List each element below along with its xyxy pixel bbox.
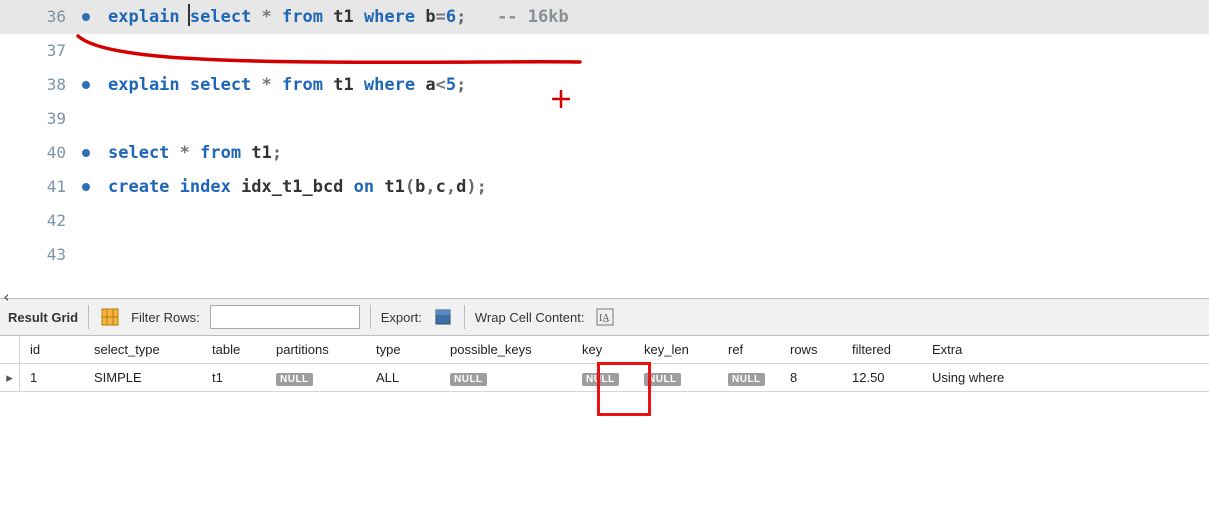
code-line[interactable]: 40select * from t1;	[0, 136, 1209, 170]
grid-row-selector[interactable]: ▸	[0, 364, 20, 391]
toolbar-separator	[88, 305, 89, 329]
export-label: Export:	[381, 310, 422, 325]
wrap-cell-label: Wrap Cell Content:	[475, 310, 585, 325]
col-header-key[interactable]: key	[572, 342, 634, 357]
col-header-type[interactable]: type	[366, 342, 440, 357]
code-line[interactable]: 37	[0, 34, 1209, 68]
line-number: 40	[0, 136, 72, 170]
grid-header-row: id select_type table partitions type pos…	[0, 336, 1209, 364]
statement-marker-icon	[82, 81, 90, 89]
cell-select-type[interactable]: SIMPLE	[84, 370, 202, 385]
col-header-partitions[interactable]: partitions	[266, 342, 366, 357]
col-header-rows[interactable]: rows	[780, 342, 842, 357]
toolbar-separator	[370, 305, 371, 329]
panel-collapse-handle[interactable]: ‹	[0, 288, 11, 306]
sql-editor[interactable]: 36explain select * from t1 where b=6; --…	[0, 0, 1209, 290]
cell-rows[interactable]: 8	[780, 370, 842, 385]
col-header-filtered[interactable]: filtered	[842, 342, 922, 357]
cell-extra[interactable]: Using where	[922, 370, 1062, 385]
cell-ref[interactable]: NULL	[718, 370, 780, 386]
line-number: 41	[0, 170, 72, 204]
line-number: 38	[0, 68, 72, 102]
grid-data-row[interactable]: ▸ 1 SIMPLE t1 NULL ALL NULL NULL NULL NU…	[0, 364, 1209, 392]
filter-rows-label: Filter Rows:	[131, 310, 200, 325]
statement-marker-icon	[82, 183, 90, 191]
col-header-ref[interactable]: ref	[718, 342, 780, 357]
col-header-extra[interactable]: Extra	[922, 342, 1062, 357]
col-header-table[interactable]: table	[202, 342, 266, 357]
result-grid-label: Result Grid	[8, 310, 78, 325]
line-number: 43	[0, 238, 72, 272]
statement-marker-icon	[82, 13, 90, 21]
code-line[interactable]: 41create index idx_t1_bcd on t1(b,c,d);	[0, 170, 1209, 204]
code-content[interactable]: create index idx_t1_bcd on t1(b,c,d);	[72, 170, 487, 204]
line-number: 39	[0, 102, 72, 136]
code-content[interactable]: select * from t1;	[72, 136, 282, 170]
statement-marker-icon	[82, 149, 90, 157]
result-grid[interactable]: id select_type table partitions type pos…	[0, 336, 1209, 392]
filter-rows-input[interactable]	[210, 305, 360, 329]
line-number: 36	[0, 0, 72, 34]
cell-id[interactable]: 1	[20, 370, 84, 385]
line-number: 37	[0, 34, 72, 68]
code-line[interactable]: 43	[0, 238, 1209, 272]
grid-view-icon[interactable]	[99, 306, 121, 328]
results-toolbar: Result Grid Filter Rows: Export: Wrap Ce…	[0, 298, 1209, 336]
cell-key-len[interactable]: NULL	[634, 370, 718, 386]
code-content[interactable]: explain select * from t1 where b=6; -- 1…	[72, 0, 569, 34]
line-number: 42	[0, 204, 72, 238]
code-content[interactable]: explain select * from t1 where a<5;	[72, 68, 466, 102]
cell-partitions[interactable]: NULL	[266, 370, 366, 386]
grid-row-selector-header	[0, 336, 20, 363]
code-line[interactable]: 38explain select * from t1 where a<5;	[0, 68, 1209, 102]
wrap-cell-icon[interactable]: IA̲	[594, 306, 616, 328]
code-line[interactable]: 36explain select * from t1 where b=6; --…	[0, 0, 1209, 34]
col-header-possible-keys[interactable]: possible_keys	[440, 342, 572, 357]
code-line[interactable]: 39	[0, 102, 1209, 136]
cell-table[interactable]: t1	[202, 370, 266, 385]
code-line[interactable]: 42	[0, 204, 1209, 238]
svg-text:IA̲: IA̲	[599, 313, 610, 324]
col-header-select-type[interactable]: select_type	[84, 342, 202, 357]
col-header-id[interactable]: id	[20, 342, 84, 357]
cell-possible-keys[interactable]: NULL	[440, 370, 572, 386]
toolbar-separator	[464, 305, 465, 329]
export-icon[interactable]	[432, 306, 454, 328]
cell-key[interactable]: NULL	[572, 370, 634, 386]
cell-type[interactable]: ALL	[366, 370, 440, 385]
col-header-key-len[interactable]: key_len	[634, 342, 718, 357]
cell-filtered[interactable]: 12.50	[842, 370, 922, 385]
